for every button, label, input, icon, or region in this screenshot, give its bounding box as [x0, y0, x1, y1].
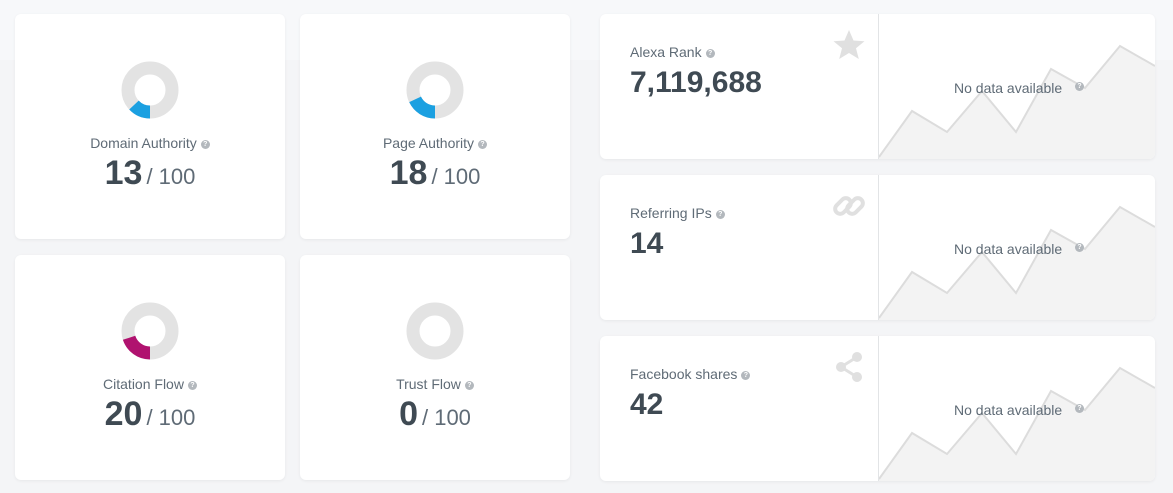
- referring-ips-label: Referring IPs: [630, 205, 712, 221]
- help-icon[interactable]: ?: [478, 140, 488, 149]
- referring-ips-value: 14: [630, 227, 664, 260]
- page-authority-label: Page Authority: [382, 135, 475, 151]
- no-data-label: No data available: [954, 241, 1063, 257]
- link-icon: [833, 196, 865, 216]
- citation-flow-donut: [121, 302, 179, 360]
- trust-flow-donut: [406, 302, 464, 360]
- citation-flow-value: 20: [104, 395, 143, 433]
- donut-track: [406, 302, 464, 360]
- help-icon[interactable]: ?: [187, 381, 197, 390]
- page-authority-donut: [406, 61, 464, 119]
- trust-flow-value: 0: [399, 395, 418, 433]
- referring-ips-card: Referring IPs? 14 No data available ?: [600, 175, 1155, 320]
- domain-authority-card: Domain Authority? 13/ 100: [15, 14, 285, 239]
- no-data-label: No data available: [954, 80, 1063, 96]
- help-icon[interactable]: ?: [464, 381, 474, 390]
- domain-authority-value: 13: [104, 154, 143, 192]
- share-icon: [836, 352, 862, 382]
- alexa-rank-value: 7,119,688: [630, 66, 762, 99]
- help-icon[interactable]: ?: [1075, 404, 1084, 413]
- alexa-rank-label: Alexa Rank: [630, 44, 702, 60]
- page-authority-value: 18: [389, 154, 428, 192]
- help-icon[interactable]: ?: [715, 210, 725, 219]
- facebook-shares-card: Facebook shares? 42 No data available ?: [600, 336, 1155, 481]
- trust-flow-label: Trust Flow: [396, 376, 461, 392]
- donut-value-arc: [409, 96, 436, 119]
- donut-value-arc: [129, 100, 151, 119]
- donut-value-arc: [122, 335, 151, 360]
- help-icon[interactable]: ?: [705, 49, 715, 58]
- page-authority-card: Page Authority? 18/ 100: [300, 14, 570, 239]
- domain-authority-denominator: / 100: [146, 164, 196, 189]
- citation-flow-denominator: / 100: [146, 405, 196, 430]
- star-icon: [833, 30, 865, 59]
- help-icon[interactable]: ?: [200, 140, 210, 149]
- page-authority-denominator: / 100: [431, 164, 481, 189]
- domain-authority-label: Domain Authority: [90, 135, 197, 151]
- facebook-shares-value: 42: [630, 388, 664, 421]
- alexa-rank-card: Alexa Rank? 7,119,688 No data available …: [600, 14, 1155, 159]
- trust-flow-card: Trust Flow? 0/ 100: [300, 255, 570, 480]
- help-icon[interactable]: ?: [1075, 82, 1084, 91]
- trust-flow-denominator: / 100: [421, 405, 471, 430]
- help-icon[interactable]: ?: [1075, 243, 1084, 252]
- domain-authority-donut: [121, 61, 179, 119]
- citation-flow-label: Citation Flow: [103, 376, 184, 392]
- facebook-shares-label: Facebook shares: [630, 366, 738, 382]
- no-data-label: No data available: [954, 402, 1063, 418]
- help-icon[interactable]: ?: [741, 371, 751, 380]
- citation-flow-card: Citation Flow? 20/ 100: [15, 255, 285, 480]
